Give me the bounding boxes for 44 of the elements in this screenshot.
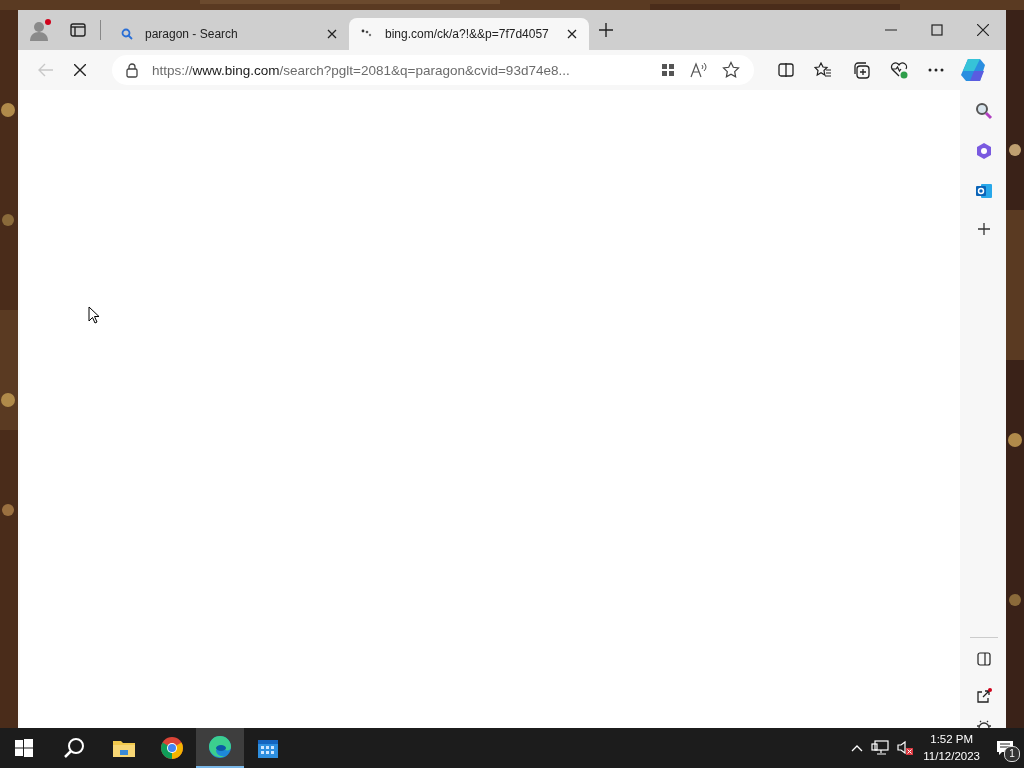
close-icon[interactable] xyxy=(327,29,337,39)
cursor-icon xyxy=(88,306,100,324)
lock-icon xyxy=(126,62,138,78)
mail-icon[interactable] xyxy=(975,182,993,200)
volume-muted-icon[interactable] xyxy=(897,740,914,756)
close-icon[interactable] xyxy=(567,29,577,39)
search-icon xyxy=(121,28,133,40)
browser-tab[interactable]: paragon - Search xyxy=(109,18,349,50)
profile-icon[interactable] xyxy=(28,17,54,43)
windows-start-icon[interactable] xyxy=(15,739,33,757)
clock-date[interactable]: 11/12/2023 xyxy=(923,748,980,765)
edge-icon xyxy=(208,735,232,759)
apps-icon[interactable] xyxy=(660,62,676,78)
notification-count: 1 xyxy=(1004,746,1020,762)
tab-actions-icon[interactable] xyxy=(70,22,86,38)
read-aloud-icon[interactable] xyxy=(690,62,708,78)
collections-icon[interactable] xyxy=(852,61,870,79)
stop-icon[interactable] xyxy=(74,64,86,76)
folder-icon xyxy=(113,739,135,757)
copilot-icon[interactable] xyxy=(960,58,986,82)
maximize-icon[interactable] xyxy=(931,24,943,36)
plus-icon[interactable] xyxy=(977,222,991,236)
external-link-icon[interactable] xyxy=(975,688,993,704)
settings-icon[interactable] xyxy=(976,720,992,728)
sidebar-icon[interactable] xyxy=(977,652,991,666)
browser-tab[interactable]: bing.com/ck/a?!&&p=7f7d4057 xyxy=(349,18,589,50)
chevron-up-icon[interactable] xyxy=(851,744,864,752)
hexagon-icon[interactable] xyxy=(975,142,993,160)
star-icon[interactable] xyxy=(722,61,740,79)
clock-time[interactable]: 1:52 PM xyxy=(930,731,974,748)
close-icon[interactable] xyxy=(977,24,989,36)
more-icon[interactable] xyxy=(928,68,944,72)
search-icon[interactable] xyxy=(975,102,993,120)
notifications-button[interactable]: 1 xyxy=(990,728,1020,768)
split-screen-icon[interactable] xyxy=(778,62,794,78)
search-icon[interactable] xyxy=(63,737,85,759)
calendar-icon xyxy=(257,737,279,759)
network-icon[interactable] xyxy=(871,740,890,756)
favorites-icon[interactable] xyxy=(814,62,832,78)
loading-icon xyxy=(361,29,373,39)
chrome-icon xyxy=(160,736,184,760)
heart-pulse-icon[interactable] xyxy=(890,61,908,79)
new-tab-icon[interactable] xyxy=(599,23,613,37)
address-bar[interactable]: https://www.bing.com/search?pglt=2081&q=paragon&cvid=93d74e8... xyxy=(112,55,754,85)
